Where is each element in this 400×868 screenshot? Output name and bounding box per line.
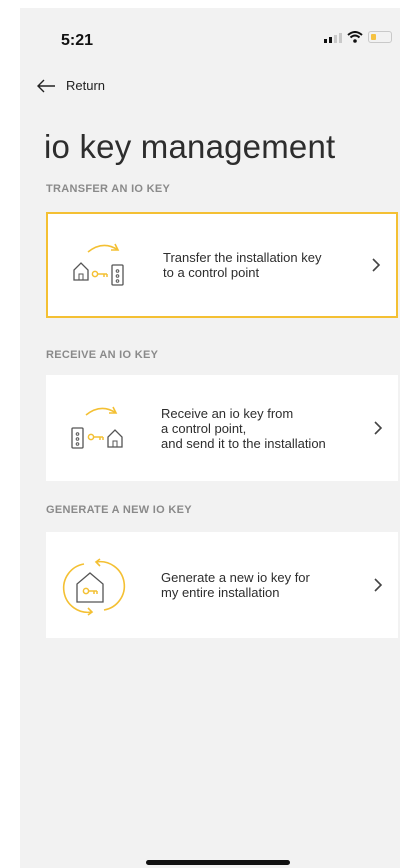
- chevron-right-icon: [374, 578, 383, 592]
- curved-arrow-icon: [87, 244, 119, 253]
- return-label: Return: [66, 78, 106, 93]
- house-icon: [76, 572, 104, 603]
- page-title: io key management: [44, 128, 336, 165]
- house-icon: [107, 429, 123, 448]
- key-icon: [87, 433, 95, 441]
- transfer-key-illustration: [48, 214, 163, 316]
- house-icon: [73, 262, 89, 281]
- home-indicator[interactable]: [146, 860, 290, 865]
- generate-key-text: Generate a new io key for my entire inst…: [161, 570, 310, 600]
- receive-key-card[interactable]: Receive an io key from a control point, …: [46, 375, 398, 481]
- key-icon: [91, 270, 99, 278]
- chevron-right-icon: [374, 421, 383, 435]
- return-button[interactable]: Return: [36, 78, 105, 93]
- arrow-left-icon: [37, 79, 55, 92]
- chevron-right-icon: [372, 258, 381, 272]
- signal-icon: [324, 33, 342, 43]
- transfer-key-card[interactable]: Transfer the installation key to a contr…: [46, 212, 398, 318]
- curved-arrow-icon: [85, 407, 117, 416]
- generate-key-illustration: [46, 532, 161, 638]
- app-screen: 5:21 Return io key management TRANSFER A…: [20, 8, 400, 868]
- status-time: 5:21: [61, 32, 94, 49]
- section-title-generate: GENERATE A NEW IO KEY: [46, 504, 192, 516]
- status-bar: 5:21: [20, 8, 400, 52]
- wifi-icon: [347, 31, 363, 43]
- battery-icon: [368, 31, 392, 43]
- status-icons: [324, 31, 392, 43]
- transfer-key-text: Transfer the installation key to a contr…: [163, 250, 322, 280]
- generate-key-card[interactable]: Generate a new io key for my entire inst…: [46, 532, 398, 638]
- key-icon: [82, 587, 90, 595]
- section-title-receive: RECEIVE AN IO KEY: [46, 349, 159, 361]
- section-title-transfer: TRANSFER AN IO KEY: [46, 183, 171, 195]
- receive-key-text: Receive an io key from a control point, …: [161, 405, 326, 451]
- receive-key-illustration: [46, 375, 161, 481]
